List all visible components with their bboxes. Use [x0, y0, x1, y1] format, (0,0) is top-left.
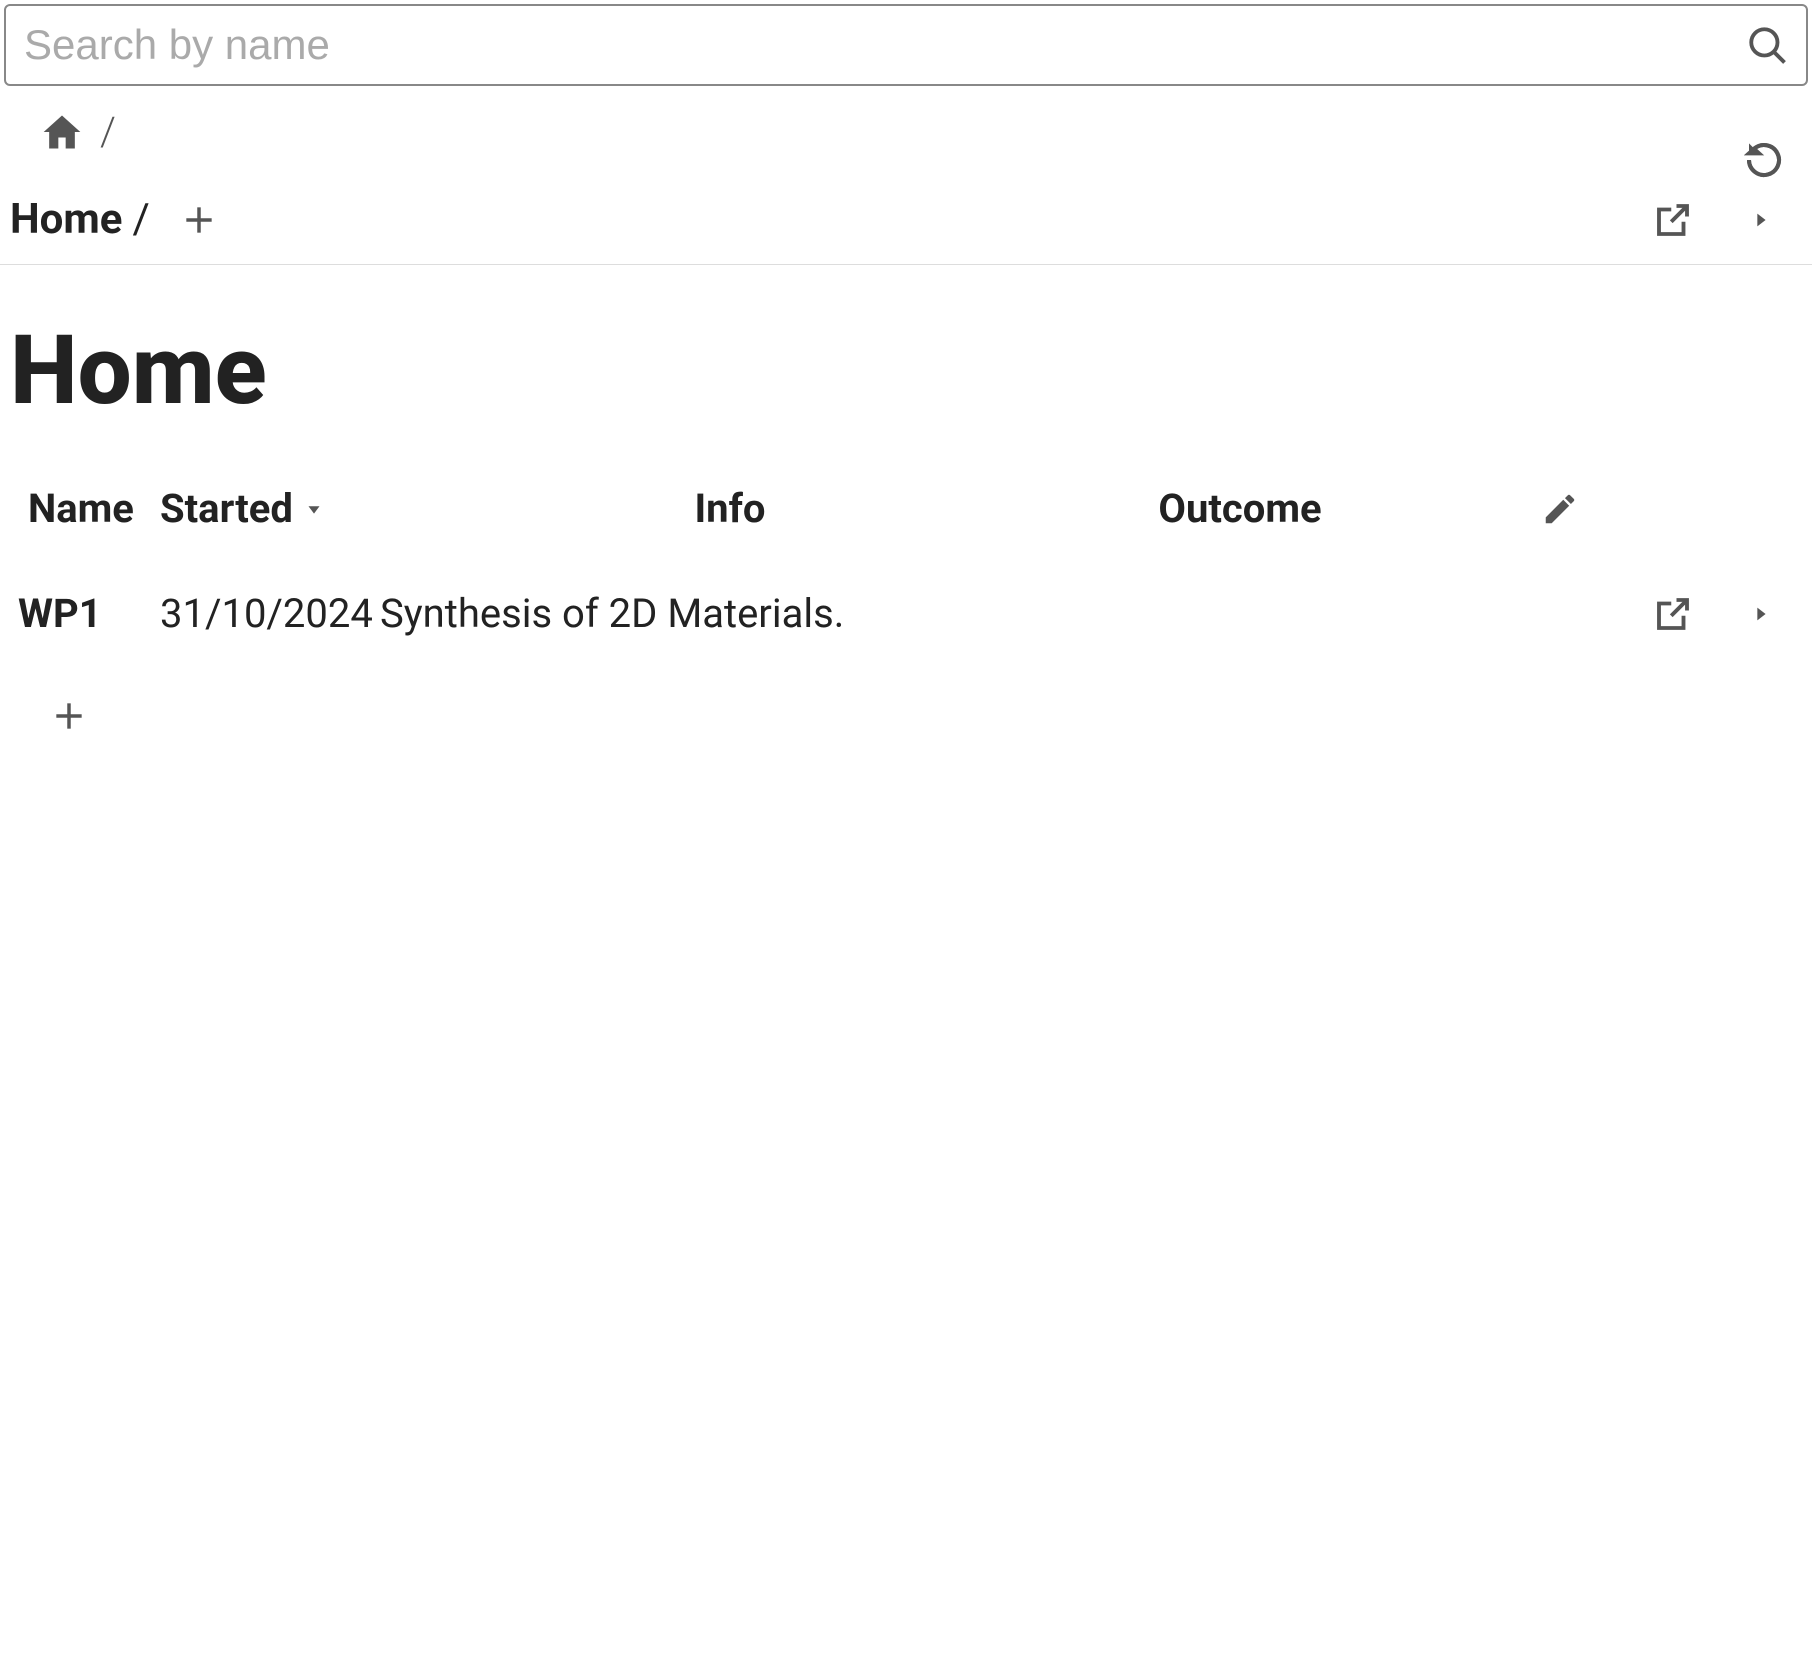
refresh-icon[interactable] [1744, 140, 1784, 180]
row-name: WP1 [10, 590, 160, 637]
path-separator: / [132, 195, 149, 244]
column-info[interactable]: Info [480, 485, 980, 532]
expand-right-icon[interactable] [1750, 209, 1772, 231]
page-title: Home [0, 265, 1812, 467]
open-external-icon[interactable] [1652, 593, 1694, 635]
add-icon[interactable] [180, 201, 218, 239]
table-header: Name Started Info Outcome [10, 467, 1802, 550]
home-icon[interactable] [40, 110, 84, 154]
search-icon[interactable] [1746, 24, 1788, 66]
search-input[interactable] [24, 21, 1746, 69]
column-outcome[interactable]: Outcome [980, 485, 1500, 532]
column-name[interactable]: Name [10, 485, 160, 532]
expand-right-icon[interactable] [1750, 603, 1772, 625]
column-started-label: Started [160, 485, 293, 532]
path-row: Home/ [0, 155, 1812, 265]
row-info: Synthesis of 2D Materials. [380, 590, 844, 637]
row-started: 31/10/2024 [160, 590, 380, 637]
path-home-label[interactable]: Home [10, 195, 122, 244]
sort-desc-icon [303, 498, 325, 520]
edit-columns-icon[interactable] [1541, 490, 1579, 528]
add-row-icon[interactable] [50, 697, 88, 735]
column-started[interactable]: Started [160, 485, 480, 532]
open-external-icon[interactable] [1652, 199, 1694, 241]
content-table: Name Started Info Outcome WP1 31/10/2024… [0, 467, 1812, 739]
breadcrumb: / [0, 90, 1812, 155]
breadcrumb-separator: / [100, 108, 116, 155]
table-row[interactable]: WP1 31/10/2024 Synthesis of 2D Materials… [10, 550, 1802, 657]
search-bar [4, 4, 1808, 86]
